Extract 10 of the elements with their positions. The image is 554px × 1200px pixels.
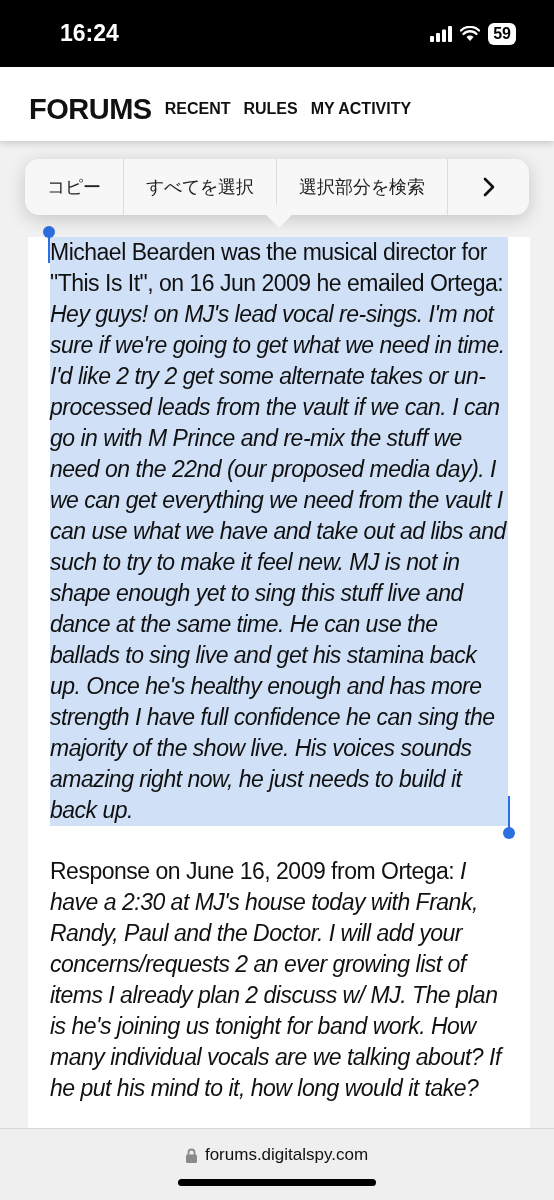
- site-logo[interactable]: FORUMS: [29, 92, 152, 126]
- nav-link[interactable]: RULES: [243, 100, 298, 118]
- clock-time: 16:24: [60, 20, 119, 47]
- url-text[interactable]: forums.digitalspy.com: [204, 1145, 369, 1165]
- post-paragraph: Michael Bearden was the musical director for "This Is It", on 16 Jun 2009 he emailed Ortega: Hey guys! on MJ's lead vocal re-sings. I'm not sure if we're going to get what we need in time. I'd like 2 try 2 get some alternate takes or un-processed leads from the vault if we can. I can go in with M Prince and re-mix the stuff we need on the 22nd (our proposed media day). I we can get everything we need from the vault I can use what we have and take out ad libs and such to try to make it feel new. MJ is not in shape enough yet to sing this stuff live and dance at the same time. He can use the ballads to sing live and get his stamina back up. Once he's healthy enough and has more strength I have full confidence he can sing the majority of the show live. His voices sounds amazing right now, he just needs to build it back up.: [50, 237, 508, 826]
- menu-item[interactable]: コピー: [25, 159, 124, 215]
- nav-link[interactable]: RECENT: [164, 100, 231, 118]
- battery-level: 59: [488, 22, 516, 45]
- post-paragraph: Response on June 16, 2009 from Ortega: I have a 2:30 at MJ's house today with Frank, Randy, Paul and the Doctor. I will add your concerns/requests 2 an ever growing list of items I already plan 2 discuss w/ MJ. The plan is he's joining us tonight for band work. How many individual vocals are we talking about? If he put his mind to it, how long would it take?: [50, 856, 508, 1104]
- nav-link[interactable]: MY ACTIVITY: [310, 100, 412, 118]
